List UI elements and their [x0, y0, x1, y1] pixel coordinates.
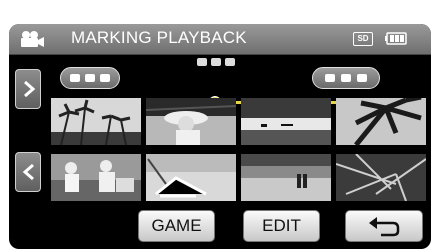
right-marker-pill[interactable]	[312, 67, 380, 89]
chevron-right-icon	[24, 80, 36, 98]
thumbnail-palm-trees-beach[interactable]	[51, 98, 141, 145]
screen-title: MARKING PLAYBACK	[71, 28, 247, 47]
thumbnail-tropical-fronds[interactable]	[336, 154, 426, 201]
chevron-left-icon	[22, 163, 34, 181]
thumbnail-soccer-players[interactable]	[51, 154, 141, 201]
sd-card-icon: SD	[353, 32, 373, 46]
thumbnail-beach-chair[interactable]	[146, 154, 236, 201]
title-bar: MARKING PLAYBACK SD	[9, 24, 431, 55]
video-camera-icon	[21, 31, 44, 47]
next-page-button[interactable]	[15, 69, 41, 109]
game-button[interactable]: GAME	[138, 210, 215, 242]
position-indicator	[197, 58, 245, 68]
back-button[interactable]	[345, 210, 423, 242]
prev-page-button[interactable]	[15, 152, 41, 192]
thumbnail-palm-leaves[interactable]	[336, 98, 426, 145]
battery-icon	[385, 32, 407, 45]
return-arrow-icon	[369, 217, 400, 237]
camera-screen: MARKING PLAYBACK SD GAME EDIT	[9, 24, 431, 249]
thumbnail-lake-silhouette[interactable]	[241, 98, 331, 145]
edit-button[interactable]: EDIT	[243, 210, 320, 242]
thumbnail-woman-hat-swing[interactable]	[146, 98, 236, 145]
cropped-caption	[0, 0, 439, 22]
left-marker-pill[interactable]	[60, 67, 120, 89]
thumbnail-couple-beach[interactable]	[241, 154, 331, 201]
